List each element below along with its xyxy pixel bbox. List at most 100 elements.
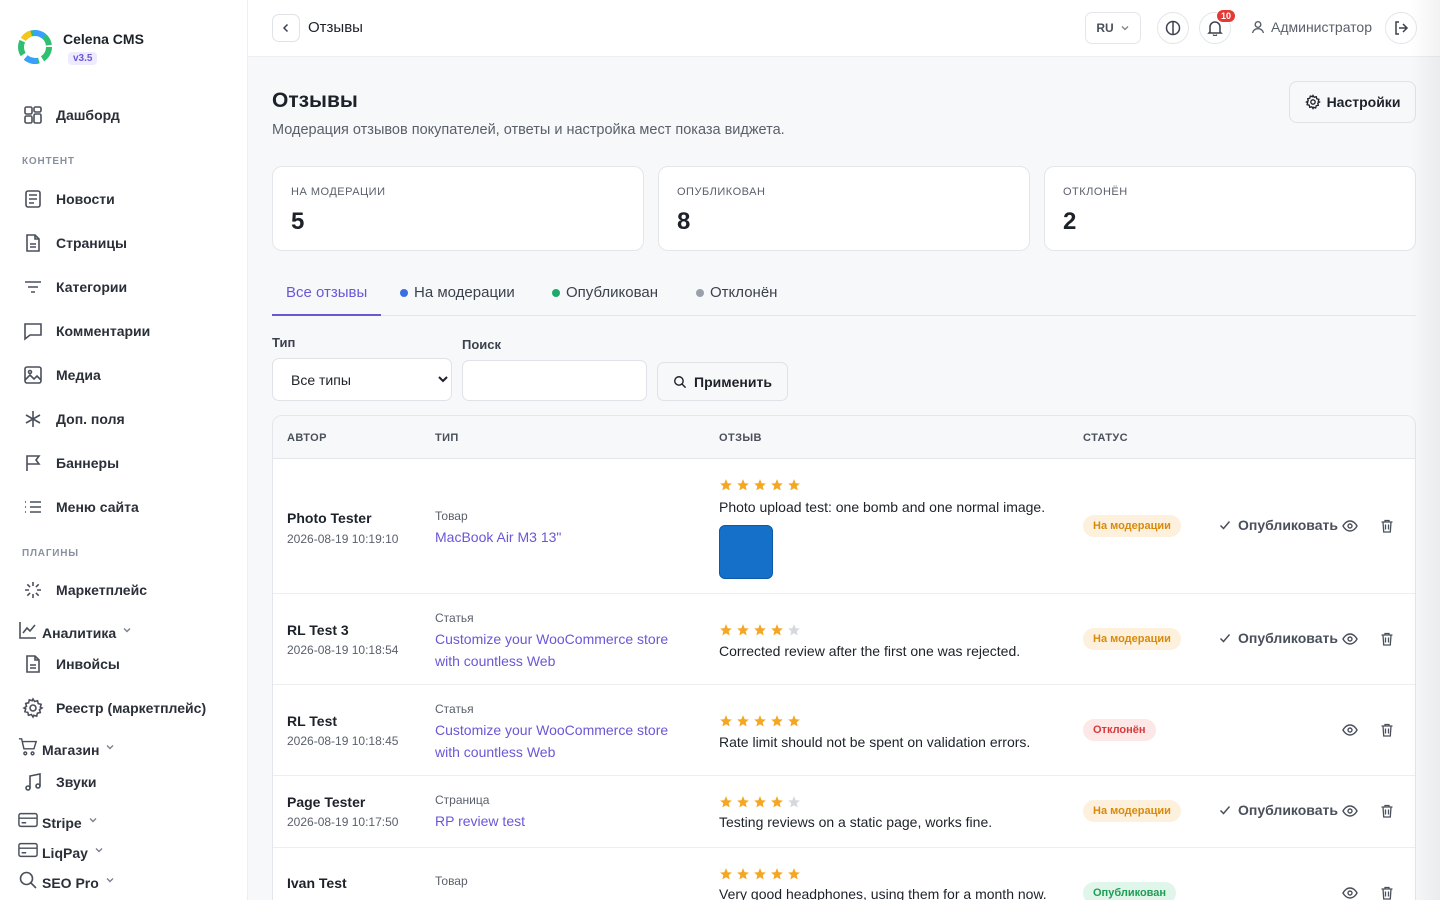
star-filled-icon [771,624,783,636]
sidebar-item-marketplace[interactable]: Маркетплейс [22,578,147,602]
sidebar-item-label: SEO Pro [42,875,99,891]
tab-published[interactable]: Опубликован [552,270,658,315]
user-name: Администратор [1271,19,1373,35]
sidebar-item-banners[interactable]: Баннеры [22,451,119,475]
chevron-down-icon [123,628,131,633]
eye-icon [1342,887,1358,899]
view-button[interactable] [1341,884,1359,900]
status-tabs: Все отзывы На модерации Опубликован Откл… [272,270,1416,316]
sidebar-item-media[interactable]: Медиа [22,363,101,387]
sidebar-item-liqpay[interactable]: LiqPay [18,838,104,862]
star-filled-icon [720,796,732,808]
stat-label: ОПУБЛИКОВАН [677,186,766,198]
sidebar-item-dashboard[interactable]: Дашборд [22,103,120,127]
review-item-link[interactable]: MacBook Air M3 13" [435,526,685,548]
invoice-icon [22,653,44,675]
check-icon [1219,806,1231,815]
review-type: Товар [435,874,468,888]
sidebar-item-shop[interactable]: Магазин [18,735,115,759]
sidebar-item-stripe[interactable]: Stripe [18,808,98,832]
review-item-link[interactable]: RP review test [435,810,685,832]
type-filter-label: Тип [272,335,296,350]
stat-value: 2 [1063,208,1077,235]
publish-button[interactable]: Опубликовать [1219,630,1338,646]
review-date: 2026-08-19 10:18:45 [287,734,399,748]
notifications-button[interactable]: 10 [1199,9,1236,44]
sidebar-item-label: Магазин [42,742,100,758]
table-row: Page Tester 2026-08-19 10:17:50 Страница… [273,776,1415,848]
delete-button[interactable] [1378,802,1396,820]
sidebar-item-comments[interactable]: Комментарии [22,319,150,343]
view-button[interactable] [1341,630,1359,648]
stat-value: 5 [291,208,305,235]
back-button[interactable] [272,14,300,42]
rating-stars [719,795,804,809]
delete-button[interactable] [1378,721,1396,739]
tab-all[interactable]: Все отзывы [272,270,382,316]
sidebar-item-site-menu[interactable]: Меню сайта [22,495,139,519]
publish-button[interactable]: Опубликовать [1219,802,1338,818]
publish-button[interactable]: Опубликовать [1219,517,1338,533]
tab-moderation[interactable]: На модерации [400,270,515,315]
view-button[interactable] [1341,721,1359,739]
sidebar: Celena CMS v3.5 Дашборд КОНТЕНТ Новости … [0,0,248,900]
sidebar-item-invoices[interactable]: Инвойсы [22,652,120,676]
sidebar-item-extra-fields[interactable]: Доп. поля [22,407,125,431]
review-item-link[interactable]: Customize your WooCommerce store with co… [435,719,685,763]
sidebar-item-label: Дашборд [56,107,120,123]
brand[interactable]: Celena CMS v3.5 [16,28,144,66]
theme-toggle-button[interactable] [1157,12,1189,44]
news-icon [22,188,44,210]
sidebar-item-seo-pro[interactable]: SEO Pro [19,868,115,892]
sidebar-item-registry[interactable]: Реестр (маркетплейс) [22,696,206,720]
sidebar-item-categories[interactable]: Категории [22,275,127,299]
apply-filter-button[interactable]: Применить [657,362,788,401]
star-filled-icon [771,479,783,491]
language-select[interactable]: RU [1085,12,1141,44]
trash-icon [1381,632,1393,646]
stat-card-published: ОПУБЛИКОВАН 8 [658,166,1030,251]
comment-icon [22,320,44,342]
image-icon [22,364,44,386]
review-photo-thumbnail[interactable] [719,525,773,579]
delete-button[interactable] [1378,517,1396,535]
search-icon [674,375,687,388]
sidebar-item-sounds[interactable]: Звуки [22,770,96,794]
status-dot [552,288,560,297]
settings-button[interactable]: Настройки [1289,81,1416,123]
review-item-link[interactable]: Customize your WooCommerce store with co… [435,628,685,672]
eye-icon [1342,520,1358,532]
sidebar-item-pages[interactable]: Страницы [22,231,127,255]
star-filled-icon [754,479,766,491]
star-filled-icon [788,715,800,727]
filter-icon [22,276,44,298]
tab-rejected[interactable]: Отклонён [696,270,777,315]
star-empty-icon [788,796,800,808]
star-filled-icon [720,868,732,880]
search-input[interactable] [462,360,647,401]
type-filter-select[interactable]: Все типы [272,358,452,401]
view-button[interactable] [1341,517,1359,535]
review-type: Товар [435,509,468,523]
tab-label: Отклонён [710,284,778,301]
user-menu[interactable]: Администратор [1251,19,1372,35]
review-author: Ivan Test [287,875,347,891]
view-button[interactable] [1341,802,1359,820]
sidebar-item-news[interactable]: Новости [22,187,115,211]
trash-icon [1381,723,1393,737]
star-filled-icon [771,715,783,727]
sidebar-item-label: Маркетплейс [56,582,147,598]
tab-label: Опубликован [566,284,659,301]
delete-button[interactable] [1378,884,1396,900]
stat-card-rejected: ОТКЛОНЁН 2 [1044,166,1416,251]
star-filled-icon [737,624,749,636]
sidebar-item-label: Баннеры [56,455,120,471]
sidebar-item-analytics[interactable]: Аналитика [19,618,132,642]
eye-icon [1342,633,1358,645]
publish-label: Опубликовать [1238,802,1338,818]
review-text: Very good headphones, using them for a m… [719,886,1047,900]
delete-button[interactable] [1378,630,1396,648]
check-icon [1219,521,1231,530]
logout-button[interactable] [1385,12,1417,44]
brand-version: v3.5 [68,51,98,65]
